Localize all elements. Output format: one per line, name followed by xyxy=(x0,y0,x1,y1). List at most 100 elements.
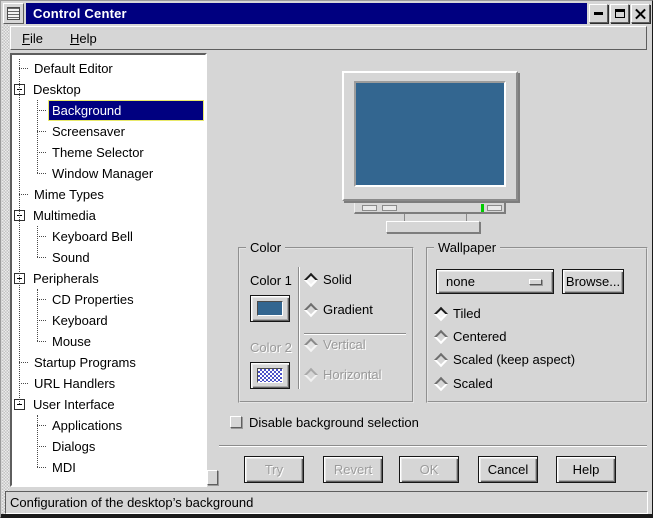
radio-scaled[interactable]: Scaled xyxy=(436,377,493,391)
try-button[interactable]: Try xyxy=(244,456,304,483)
tree-item-window-manager[interactable]: Window Manager xyxy=(12,163,205,184)
tree-item-mdi[interactable]: MDI xyxy=(12,457,205,478)
ok-button[interactable]: OK xyxy=(399,456,459,483)
monitor-control-strip xyxy=(354,203,506,214)
window-bottom-edge xyxy=(1,514,652,517)
radio-diamond-icon xyxy=(434,330,448,344)
minimize-button[interactable] xyxy=(589,4,608,23)
tree-item-theme-selector[interactable]: Theme Selector xyxy=(12,142,205,163)
tree-item-url-handlers[interactable]: URL Handlers xyxy=(12,373,205,394)
tree-item-user-interface[interactable]: User Interface xyxy=(12,394,205,415)
radio-gradient[interactable]: Gradient xyxy=(306,303,373,317)
tree-item-label: MDI xyxy=(49,458,203,477)
tree-item-label: Default Editor xyxy=(31,59,203,78)
tree-item-startup-programs[interactable]: Startup Programs xyxy=(12,352,205,373)
monitor-button-icon xyxy=(362,205,377,211)
tree-connector xyxy=(37,131,46,132)
tree-item-cd-properties[interactable]: CD Properties xyxy=(12,289,205,310)
wallpaper-dropdown[interactable]: none xyxy=(436,269,554,294)
radio-diamond-icon xyxy=(304,303,318,317)
radio-label: Horizontal xyxy=(323,368,382,382)
tree-item-label: Keyboard Bell xyxy=(49,227,203,246)
tree-item-desktop[interactable]: Desktop xyxy=(12,79,205,100)
revert-button[interactable]: Revert xyxy=(323,456,383,483)
monitor-stand xyxy=(461,214,467,221)
radio-diamond-icon xyxy=(434,353,448,367)
cancel-button[interactable]: Cancel xyxy=(478,456,538,483)
radio-label: Scaled xyxy=(453,377,493,391)
window-frame-edge xyxy=(2,25,10,514)
horizontal-separator xyxy=(304,333,406,335)
monitor-base xyxy=(386,221,480,233)
color2-label: Color 2 xyxy=(250,340,292,355)
tree-item-label: Mime Types xyxy=(31,185,203,204)
monitor-button-icon xyxy=(487,205,502,211)
tree-guide-line xyxy=(37,226,38,257)
color-groupbox: Color Color 1 Color 2 SolidGradient Vert… xyxy=(238,247,414,403)
statusbar: Configuration of the desktop’s backgroun… xyxy=(5,491,648,514)
color2-picker-button[interactable] xyxy=(250,362,290,389)
radio-solid[interactable]: Solid xyxy=(306,273,352,287)
radio-tiled[interactable]: Tiled xyxy=(436,307,481,321)
tree-item-keyboard[interactable]: Keyboard xyxy=(12,310,205,331)
window-menu-button[interactable] xyxy=(3,3,24,24)
disable-background-checkbox-row[interactable]: Disable background selection xyxy=(230,415,419,429)
color1-label: Color 1 xyxy=(250,273,292,288)
tree-item-keyboard-bell[interactable]: Keyboard Bell xyxy=(12,226,205,247)
tree-item-label: Desktop xyxy=(30,80,203,99)
window-title: Control Center xyxy=(26,6,127,21)
tree-item-label: Multimedia xyxy=(30,206,203,225)
help-button[interactable]: Help xyxy=(556,456,616,483)
close-button[interactable] xyxy=(631,4,650,23)
tree-item-label: Screensaver xyxy=(49,122,203,141)
tree-item-multimedia[interactable]: Multimedia xyxy=(12,205,205,226)
pane-resize-handle[interactable] xyxy=(207,470,218,485)
radio-diamond-icon xyxy=(304,273,318,287)
tree-item-sound[interactable]: Sound xyxy=(12,247,205,268)
control-center-window: Control Center FileHelp Default EditorDe… xyxy=(0,0,653,518)
footer-separator xyxy=(219,445,647,447)
tree-item-mouse[interactable]: Mouse xyxy=(12,331,205,352)
tree-connector xyxy=(19,362,28,363)
menu-file[interactable]: File xyxy=(22,31,43,46)
tree-item-background[interactable]: Background xyxy=(12,100,205,121)
color-group-title: Color xyxy=(246,240,285,255)
color1-swatch xyxy=(257,301,283,316)
option-menu-indicator-icon xyxy=(529,279,542,285)
titlebar-area[interactable]: Control Center xyxy=(26,3,587,24)
radio-diamond-icon xyxy=(304,338,318,352)
tree-item-peripherals[interactable]: Peripherals xyxy=(12,268,205,289)
browse-button[interactable]: Browse... xyxy=(562,269,624,294)
settings-tree-panel: Default Editor DesktopBackgroundScreensav… xyxy=(10,53,207,487)
titlebar[interactable]: Control Center xyxy=(3,3,650,24)
radio-scaled-keep-aspect[interactable]: Scaled (keep aspect) xyxy=(436,353,575,367)
tree-connector xyxy=(37,173,46,174)
monitor-preview xyxy=(342,71,528,235)
tree-item-label: Startup Programs xyxy=(31,353,203,372)
tree-item-screensaver[interactable]: Screensaver xyxy=(12,121,205,142)
tree-item-dialogs[interactable]: Dialogs xyxy=(12,436,205,457)
radio-label: Solid xyxy=(323,273,352,287)
tree-connector xyxy=(37,152,46,153)
minimize-icon xyxy=(594,12,603,15)
radio-centered[interactable]: Centered xyxy=(436,330,506,344)
menu-help[interactable]: Help xyxy=(70,31,97,46)
radio-horizontal[interactable]: Horizontal xyxy=(306,368,382,382)
tree-item-label: Dialogs xyxy=(49,437,203,456)
tree-item-applications[interactable]: Applications xyxy=(12,415,205,436)
tree-connector xyxy=(19,383,28,384)
close-icon xyxy=(635,8,646,19)
action-button-row: Try Revert OK Cancel Help xyxy=(218,456,647,483)
tree-item-default-editor[interactable]: Default Editor xyxy=(12,58,205,79)
radio-label: Gradient xyxy=(323,303,373,317)
tree-item-label: Peripherals xyxy=(30,269,203,288)
monitor-body xyxy=(342,71,518,201)
checkbox-icon[interactable] xyxy=(230,416,242,428)
maximize-button[interactable] xyxy=(610,4,629,23)
tree-item-label: Keyboard xyxy=(49,311,203,330)
tree-connector xyxy=(37,110,46,111)
tree-item-mime-types[interactable]: Mime Types xyxy=(12,184,205,205)
tree-item-label: Mouse xyxy=(49,332,203,351)
color1-picker-button[interactable] xyxy=(250,295,290,322)
radio-vertical[interactable]: Vertical xyxy=(306,338,366,352)
